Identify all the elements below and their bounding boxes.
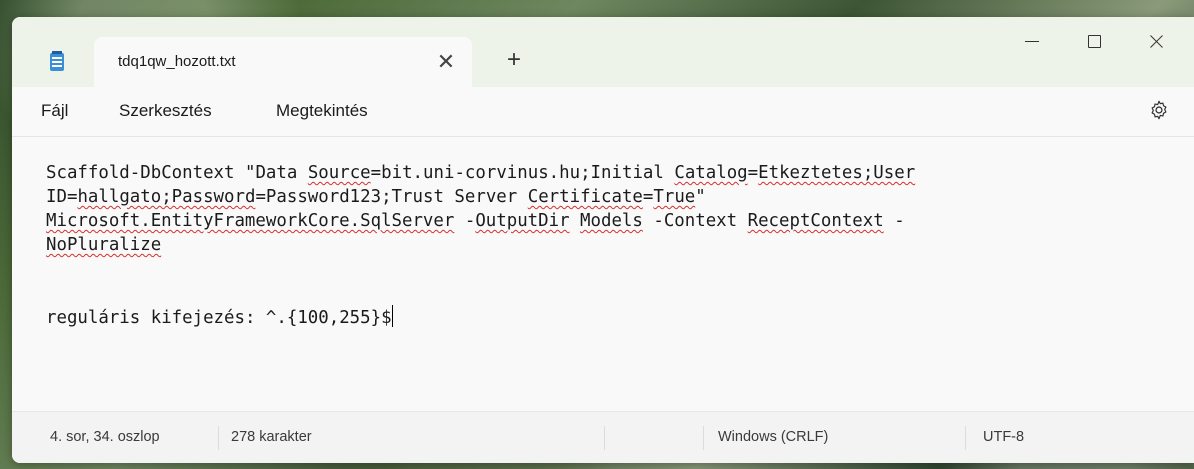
- notepad-app-icon: [50, 51, 64, 71]
- cursor-position[interactable]: 4. sor, 34. oszlop: [50, 429, 160, 445]
- new-tab-plus-icon[interactable]: +: [500, 46, 528, 74]
- editor-line[interactable]: reguláris kifejezés: ^.{100,255}$: [46, 305, 1146, 329]
- tab-title: tdq1qw_hozott.txt: [118, 53, 236, 70]
- status-divider: [703, 426, 704, 450]
- status-divider: [965, 426, 966, 450]
- title-bar[interactable]: tdq1qw_hozott.txt ✕ +: [12, 17, 1194, 87]
- minimize-button[interactable]: [1001, 17, 1063, 67]
- gear-icon[interactable]: [1148, 99, 1170, 121]
- editor-line[interactable]: Scaffold-DbContext "Data Source=bit.uni-…: [46, 161, 1146, 185]
- status-bar: 4. sor, 34. oszlop 278 karakter Windows …: [12, 411, 1194, 463]
- status-divider: [218, 426, 219, 450]
- menu-view[interactable]: Megtekintés: [276, 101, 368, 121]
- file-tab[interactable]: tdq1qw_hozott.txt ✕: [94, 37, 472, 87]
- editor-line[interactable]: NoPluralize: [46, 233, 1146, 257]
- maximize-button[interactable]: [1063, 17, 1125, 67]
- encoding[interactable]: UTF-8: [983, 429, 1024, 445]
- menu-edit[interactable]: Szerkesztés: [119, 101, 212, 121]
- character-count: 278 karakter: [231, 429, 312, 445]
- status-divider: [604, 426, 605, 450]
- line-ending[interactable]: Windows (CRLF): [718, 429, 828, 445]
- close-button[interactable]: [1125, 17, 1187, 67]
- editor-line[interactable]: [46, 257, 1146, 281]
- editor-line[interactable]: [46, 281, 1146, 305]
- text-editor[interactable]: Scaffold-DbContext "Data Source=bit.uni-…: [12, 137, 1194, 411]
- text-caret: [391, 305, 393, 327]
- menu-bar: Fájl Szerkesztés Megtekintés: [12, 87, 1194, 137]
- notepad-window: tdq1qw_hozott.txt ✕ + Fájl Szerkesztés M…: [12, 17, 1194, 463]
- editor-line[interactable]: Microsoft.EntityFrameworkCore.SqlServer …: [46, 209, 1146, 233]
- tab-close-icon[interactable]: ✕: [432, 48, 460, 76]
- editor-line[interactable]: ID=hallgato;Password=Password123;Trust S…: [46, 185, 1146, 209]
- menu-file[interactable]: Fájl: [41, 101, 68, 121]
- editor-content[interactable]: Scaffold-DbContext "Data Source=bit.uni-…: [46, 161, 1146, 329]
